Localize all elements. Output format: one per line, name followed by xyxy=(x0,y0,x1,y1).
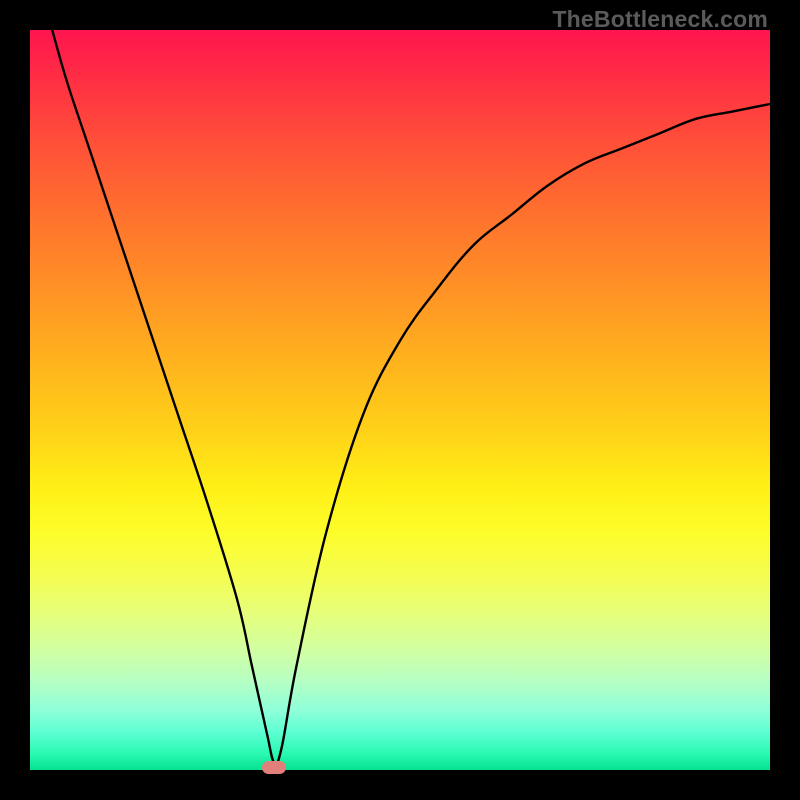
watermark-text: TheBottleneck.com xyxy=(552,6,768,33)
plot-area xyxy=(30,30,770,770)
minimum-marker xyxy=(262,761,286,774)
chart-frame: TheBottleneck.com xyxy=(0,0,800,800)
bottleneck-curve xyxy=(30,30,770,770)
